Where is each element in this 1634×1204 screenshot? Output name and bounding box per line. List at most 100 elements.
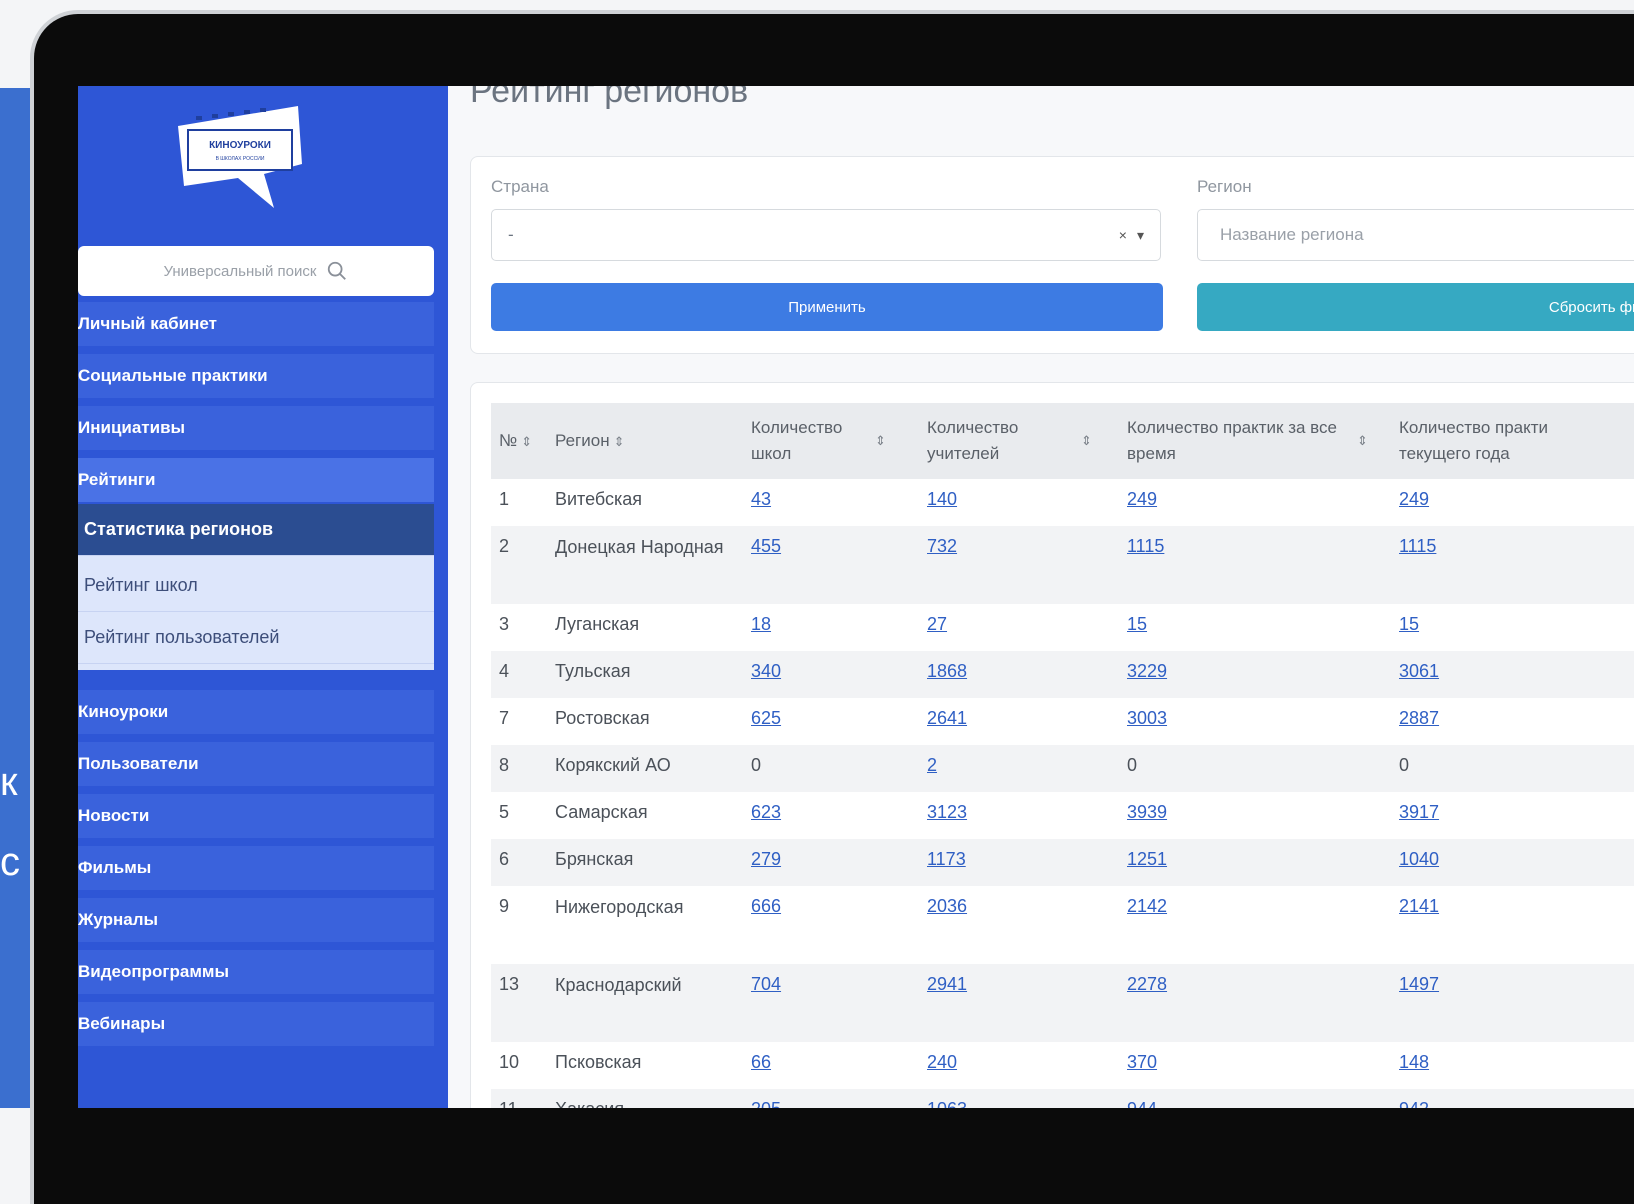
cell-practices-year[interactable]: 2141 <box>1391 886 1634 964</box>
cell-practices-all[interactable]: 1115 <box>1119 526 1391 604</box>
cell-schools[interactable]: 205 <box>743 1089 919 1108</box>
col-schools-header[interactable]: Количество школ⇕ <box>743 403 919 479</box>
cell-schools[interactable]: 704 <box>743 964 919 1042</box>
col-num-header[interactable]: № ⇕ <box>491 403 547 479</box>
cell-practices-year[interactable]: 3061 <box>1391 651 1634 698</box>
col-practices-all-header[interactable]: Количество практик за все время⇕ <box>1119 403 1391 479</box>
cell-num: 10 <box>499 1052 520 1072</box>
search-icon[interactable] <box>326 260 348 282</box>
cell-teachers[interactable]: 140 <box>919 479 1119 526</box>
cell-practices-all[interactable]: 3939 <box>1119 792 1391 839</box>
sort-icon[interactable]: ⇕ <box>521 434 532 449</box>
apply-button[interactable]: Применить <box>491 283 1163 331</box>
cell-practices-year[interactable]: 1040 <box>1391 839 1634 886</box>
cell-num: 6 <box>491 839 547 886</box>
cell-schools: 0 <box>743 745 919 792</box>
cell-region: Краснодарский <box>547 964 743 1042</box>
universal-search[interactable]: Универсальный поиск <box>78 246 434 296</box>
search-placeholder: Универсальный поиск <box>163 262 317 280</box>
cell-teachers[interactable]: 1868 <box>919 651 1119 698</box>
cell-practices-all[interactable]: 249 <box>1119 479 1391 526</box>
sidebar-item-personal-cabinet[interactable]: Личный кабинет <box>78 302 434 348</box>
country-label: Страна <box>491 177 549 196</box>
cell-teachers[interactable]: 27 <box>919 604 1119 651</box>
sort-icon[interactable]: ⇕ <box>1081 433 1092 448</box>
sort-icon[interactable]: ⇕ <box>875 433 886 448</box>
submenu-item-school-rating[interactable]: Рейтинг школ <box>78 560 434 612</box>
cell-teachers[interactable]: 3123 <box>919 792 1119 839</box>
cell-practices-year[interactable]: 2887 <box>1391 698 1634 745</box>
cell-region: Ростовская <box>555 708 650 728</box>
sidebar-item-users[interactable]: Пользователи <box>78 742 434 788</box>
cell-teachers[interactable]: 1063 <box>919 1089 1119 1108</box>
cell-practices-all[interactable]: 944 <box>1119 1089 1391 1108</box>
sidebar-item-journals[interactable]: Журналы <box>78 898 434 944</box>
cell-practices-all[interactable]: 2278 <box>1119 964 1391 1042</box>
table-header-row: № ⇕ Регион ⇕ Количество школ⇕ Количество у… <box>491 403 1634 479</box>
cell-practices-year[interactable]: 249 <box>1391 479 1634 526</box>
background-glyph: с <box>0 840 20 884</box>
cell-schools[interactable]: 340 <box>743 651 919 698</box>
cell-schools[interactable]: 623 <box>743 792 919 839</box>
col-practices-year-header[interactable]: Количество практи текущего года <box>1391 403 1634 479</box>
sidebar-item-kinouroki[interactable]: Киноуроки <box>78 690 434 736</box>
app-screen: КИНОУРОКИ В ШКОЛАХ РОССИИ Универсальный … <box>78 86 1634 1108</box>
cell-practices-year[interactable]: 3917 <box>1391 792 1634 839</box>
sidebar-item-video-programs[interactable]: Видеопрограммы <box>78 950 434 996</box>
col-teachers-header[interactable]: Количество учителей⇕ <box>919 403 1119 479</box>
submenu-item-user-rating[interactable]: Рейтинг пользователей <box>78 612 434 664</box>
cell-practices-all[interactable]: 1251 <box>1119 839 1391 886</box>
cell-schools[interactable]: 18 <box>743 604 919 651</box>
cell-num: 7 <box>499 708 510 728</box>
submenu-item-region-stats[interactable]: Статистика регионов <box>78 504 434 556</box>
sort-icon[interactable]: ⇕ <box>614 434 625 449</box>
cell-schools[interactable]: 666 <box>743 886 919 964</box>
sidebar-item-social-practices[interactable]: Социальные практики <box>78 354 434 400</box>
clear-icon[interactable]: × <box>1119 227 1127 244</box>
sidebar-item-films[interactable]: Фильмы <box>78 846 434 892</box>
reset-filters-button[interactable]: Сбросить филь <box>1197 283 1634 331</box>
sidebar-item-initiatives[interactable]: Инициативы <box>78 406 434 452</box>
cell-teachers[interactable]: 2036 <box>919 886 1119 964</box>
cell-schools[interactable]: 43 <box>743 479 919 526</box>
cell-num: 8 <box>491 745 547 792</box>
col-region-header[interactable]: Регион ⇕ <box>547 403 743 479</box>
cell-teachers[interactable]: 240 <box>919 1042 1119 1089</box>
kinouroki-logo[interactable]: КИНОУРОКИ В ШКОЛАХ РОССИИ <box>178 86 308 216</box>
cell-region: Витебская <box>555 489 643 509</box>
cell-schools[interactable]: 66 <box>743 1042 919 1089</box>
cell-practices-year[interactable]: 942 <box>1391 1089 1634 1108</box>
cell-practices-all[interactable]: 3003 <box>1119 698 1391 745</box>
cell-teachers[interactable]: 2941 <box>919 964 1119 1042</box>
cell-teachers[interactable]: 732 <box>919 526 1119 604</box>
country-select[interactable]: - × ▾ <box>491 209 1161 261</box>
cell-practices-all[interactable]: 370 <box>1119 1042 1391 1089</box>
logo-text: КИНОУРОКИ <box>209 140 271 151</box>
sidebar-item-webinars[interactable]: Вебинары <box>78 1002 434 1048</box>
cell-practices-all[interactable]: 15 <box>1119 604 1391 651</box>
sidebar-item-ratings[interactable]: Рейтинги <box>78 458 434 504</box>
cell-schools[interactable]: 455 <box>743 526 919 604</box>
cell-region: Тульская <box>547 651 743 698</box>
sort-icon[interactable]: ⇕ <box>1357 433 1368 448</box>
table-row: 9 Нижегородская 666 2036 2142 2141 <box>491 886 1634 964</box>
cell-teachers[interactable]: 1173 <box>919 839 1119 886</box>
cell-practices-all[interactable]: 2142 <box>1119 886 1391 964</box>
cell-practices-all[interactable]: 3229 <box>1119 651 1391 698</box>
chevron-down-icon[interactable]: ▾ <box>1137 227 1144 244</box>
filter-panel: Страна - × ▾ Регион Название региона При… <box>470 156 1634 354</box>
cell-teachers[interactable]: 2641 <box>919 698 1119 745</box>
cell-region: Луганская <box>555 614 640 634</box>
cell-schools[interactable]: 625 <box>743 698 919 745</box>
cell-teachers[interactable]: 2 <box>919 745 1119 792</box>
region-label: Регион <box>1197 177 1252 196</box>
cell-practices-year[interactable]: 1115 <box>1391 526 1634 604</box>
cell-practices-year: 0 <box>1391 745 1634 792</box>
table-row: 4 Тульская 340 1868 3229 3061 <box>491 651 1634 698</box>
cell-practices-year[interactable]: 1497 <box>1391 964 1634 1042</box>
cell-practices-year[interactable]: 148 <box>1391 1042 1634 1089</box>
sidebar-item-news[interactable]: Новости <box>78 794 434 840</box>
cell-schools[interactable]: 279 <box>743 839 919 886</box>
cell-practices-year[interactable]: 15 <box>1391 604 1634 651</box>
region-input[interactable]: Название региона <box>1197 209 1634 261</box>
